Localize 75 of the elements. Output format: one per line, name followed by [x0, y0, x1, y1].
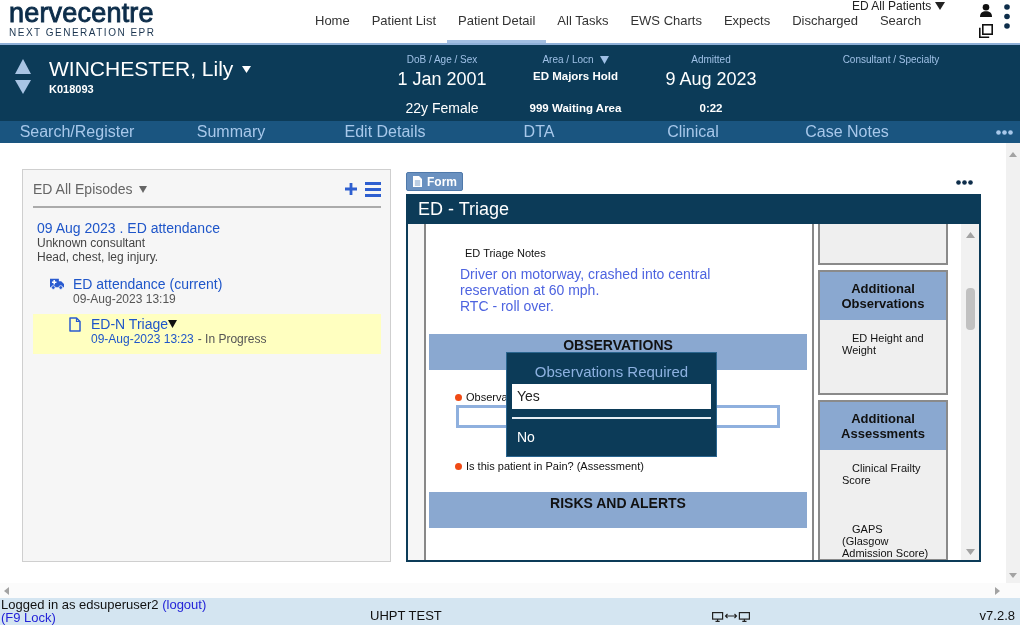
more-icon[interactable] — [956, 180, 973, 185]
field-label: Area / Locn — [542, 53, 594, 67]
nav-link[interactable]: Search — [868, 12, 933, 43]
field-label: ED Triage Notes — [465, 247, 546, 260]
document-icon — [413, 176, 422, 187]
tab-link[interactable]: Summary — [154, 121, 308, 143]
triage-notes-text: Driver on motorway, crashed into central reservation at 60 mph. RTC - roll over. — [460, 266, 712, 314]
field-label: Admitted — [691, 53, 731, 67]
form-link[interactable]: ED Height and Weight — [842, 332, 930, 356]
nav-link[interactable]: Expects — [712, 12, 782, 43]
scrollbar-thumb[interactable] — [965, 288, 975, 330]
ambulance-icon — [50, 278, 64, 290]
caret-icon — [138, 185, 147, 193]
section-header: RISKS AND ALERTS — [429, 492, 807, 528]
episodes-filter-dropdown[interactable]: ED All Episodes — [33, 181, 147, 197]
tree-item-title: ED-N Triage — [91, 316, 169, 332]
field-value: 9 Aug 2023 — [665, 68, 757, 91]
tree-item-time: 09-Aug-2023 13:19 — [73, 292, 176, 306]
nav-link[interactable]: Patient List — [360, 12, 447, 43]
field-label: DoB / Age / Sex — [406, 53, 478, 67]
nav-link[interactable]: All Tasks — [546, 12, 620, 43]
tab-link[interactable]: Edit Details — [308, 121, 462, 143]
episode-tree-item[interactable]: ED attendance (current) 09-Aug-2023 13:19 — [33, 274, 381, 314]
popup-option[interactable]: No — [512, 419, 711, 455]
tab-link[interactable]: Search/Register — [0, 121, 154, 143]
consultant-text: Unknown consultant — [37, 236, 146, 250]
question-label: Is this patient in Pain? (Assessment) — [466, 460, 644, 472]
tab-link[interactable]: DTA — [462, 121, 616, 143]
logout-link[interactable]: (logout) — [162, 597, 207, 612]
nav-link[interactable]: Discharged — [781, 12, 869, 43]
episode-tree-item[interactable]: ED-N Triage 09-Aug-2023 13:23 - In Progress — [33, 314, 381, 354]
form-link[interactable]: GAPS (Glasgow Admission Score) — [842, 523, 930, 559]
monitor-swap-icon[interactable] — [711, 612, 750, 622]
nav-link[interactable]: Home — [304, 12, 361, 43]
field-label: Consultant / Specialty — [842, 53, 940, 67]
tree-item-time: 09-Aug-2023 13:23 — [91, 332, 194, 346]
field-value: ED Majors Hold — [533, 69, 618, 84]
environment-name: UHPT TEST — [370, 607, 442, 622]
patient-name: WINCHESTER, Lily — [49, 56, 234, 82]
caret-icon[interactable] — [242, 65, 252, 73]
user-icon[interactable] — [980, 4, 992, 17]
logo-tagline: NEXT GENERATION EPR — [9, 27, 156, 38]
caret-icon[interactable] — [599, 56, 609, 64]
lock-link[interactable]: (F9 Lock) — [1, 610, 56, 625]
down-arrow-icon[interactable] — [15, 80, 31, 94]
form-title: ED - Triage — [406, 194, 981, 224]
field-value: 999 Waiting Area — [529, 101, 622, 116]
box-header: Additional Assessments — [820, 402, 946, 450]
field-label: Observa — [466, 391, 508, 403]
version-text: v7.2.8 — [979, 607, 1016, 622]
nav-link[interactable]: EWS Charts — [619, 12, 713, 43]
patient-list-selector[interactable]: ED All Patients — [852, 0, 946, 12]
plus-icon[interactable] — [345, 183, 357, 195]
login-status: Logged in as edsuperuser2 (logout) (F9 Lock) — [0, 598, 208, 624]
more-icon[interactable] — [1004, 4, 1010, 29]
popup-option[interactable]: Yes — [512, 384, 711, 409]
tab-link[interactable]: Case Notes — [770, 121, 924, 143]
document-icon — [69, 317, 81, 332]
caret-icon — [935, 2, 946, 10]
tab-link[interactable]: Clinical — [616, 121, 770, 143]
field-value: 0:22 — [699, 101, 723, 116]
up-arrow-icon[interactable] — [15, 59, 31, 74]
status-text: - In Progress — [197, 332, 267, 346]
patient-id: K018093 — [49, 83, 94, 96]
tree-item-title: ED attendance (current) — [73, 276, 223, 292]
caret-icon[interactable] — [168, 320, 178, 328]
field-value: 22y Female — [405, 99, 479, 117]
complaint-text: Head, chest, leg injury. — [37, 250, 159, 264]
episode-link[interactable]: 09 Aug 2023 . ED attendance — [37, 220, 220, 236]
copy-icon[interactable] — [979, 24, 993, 38]
field-value: 1 Jan 2001 — [397, 68, 487, 91]
box-header: Additional Observations — [820, 272, 946, 320]
logo-text: nervecentre — [9, 1, 154, 26]
form-link[interactable]: Clinical Frailty Score — [842, 462, 930, 486]
menu-icon[interactable] — [365, 181, 381, 197]
